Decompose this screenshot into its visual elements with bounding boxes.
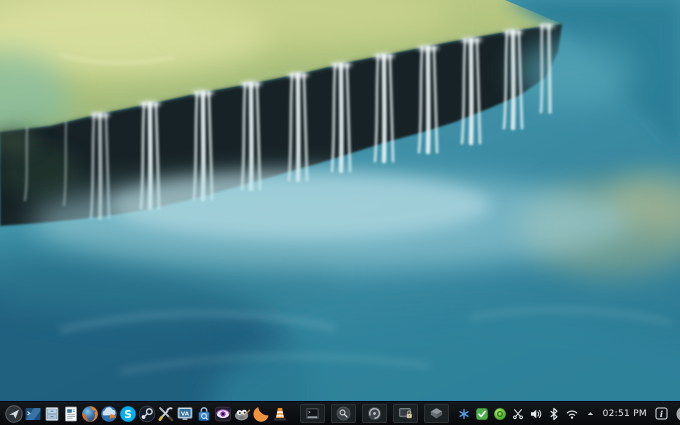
svg-text:VA: VA bbox=[180, 411, 189, 417]
skype-icon[interactable]: S bbox=[118, 404, 137, 424]
terminal-window-icon[interactable] bbox=[300, 404, 325, 423]
app-menu-icon[interactable] bbox=[4, 404, 23, 424]
browser-app-icon[interactable] bbox=[362, 404, 387, 423]
wallpaper-image bbox=[0, 0, 680, 425]
system-tools-icon[interactable] bbox=[156, 404, 175, 424]
steam-icon[interactable] bbox=[137, 404, 156, 424]
vlc-icon[interactable] bbox=[270, 404, 289, 424]
search-app-icon[interactable] bbox=[331, 404, 356, 423]
software-center-icon[interactable] bbox=[194, 404, 213, 424]
status-orb-icon[interactable] bbox=[492, 404, 509, 424]
wifi-icon[interactable] bbox=[564, 404, 581, 424]
bluetooth-icon[interactable] bbox=[546, 404, 563, 424]
desktop: S VA 02:51 PM i bbox=[0, 0, 680, 425]
gimp-icon[interactable] bbox=[232, 404, 251, 424]
indicator-asterisk-icon[interactable] bbox=[456, 404, 473, 424]
dropbox-icon[interactable] bbox=[424, 404, 449, 423]
svg-text:i: i bbox=[660, 409, 663, 419]
svg-text:S: S bbox=[124, 409, 132, 421]
eye-viewer-icon[interactable] bbox=[213, 404, 232, 424]
taskbar: S VA 02:51 PM i bbox=[0, 401, 680, 425]
notification-info-icon[interactable]: i bbox=[652, 404, 671, 424]
window-button-group bbox=[300, 402, 449, 425]
virtual-machine-icon[interactable]: VA bbox=[175, 404, 194, 424]
firefox-icon[interactable] bbox=[80, 404, 99, 424]
terminal-icon[interactable] bbox=[23, 404, 42, 424]
file-manager-icon[interactable] bbox=[42, 404, 61, 424]
writer-document-icon[interactable] bbox=[61, 404, 80, 424]
palemoon-icon[interactable] bbox=[251, 404, 270, 424]
clipped-app-icon[interactable] bbox=[673, 404, 680, 424]
updates-ok-icon[interactable] bbox=[474, 404, 491, 424]
system-tray bbox=[456, 402, 599, 425]
tray-tail-group: i bbox=[652, 402, 680, 425]
tray-expander-icon[interactable] bbox=[582, 404, 599, 424]
thunderbird-icon[interactable] bbox=[99, 404, 118, 424]
clock[interactable]: 02:51 PM bbox=[603, 409, 647, 419]
launcher-group: S VA bbox=[0, 402, 289, 425]
clipboard-scissors-icon[interactable] bbox=[510, 404, 527, 424]
volume-icon[interactable] bbox=[528, 404, 545, 424]
lock-screen-icon[interactable] bbox=[393, 404, 418, 423]
